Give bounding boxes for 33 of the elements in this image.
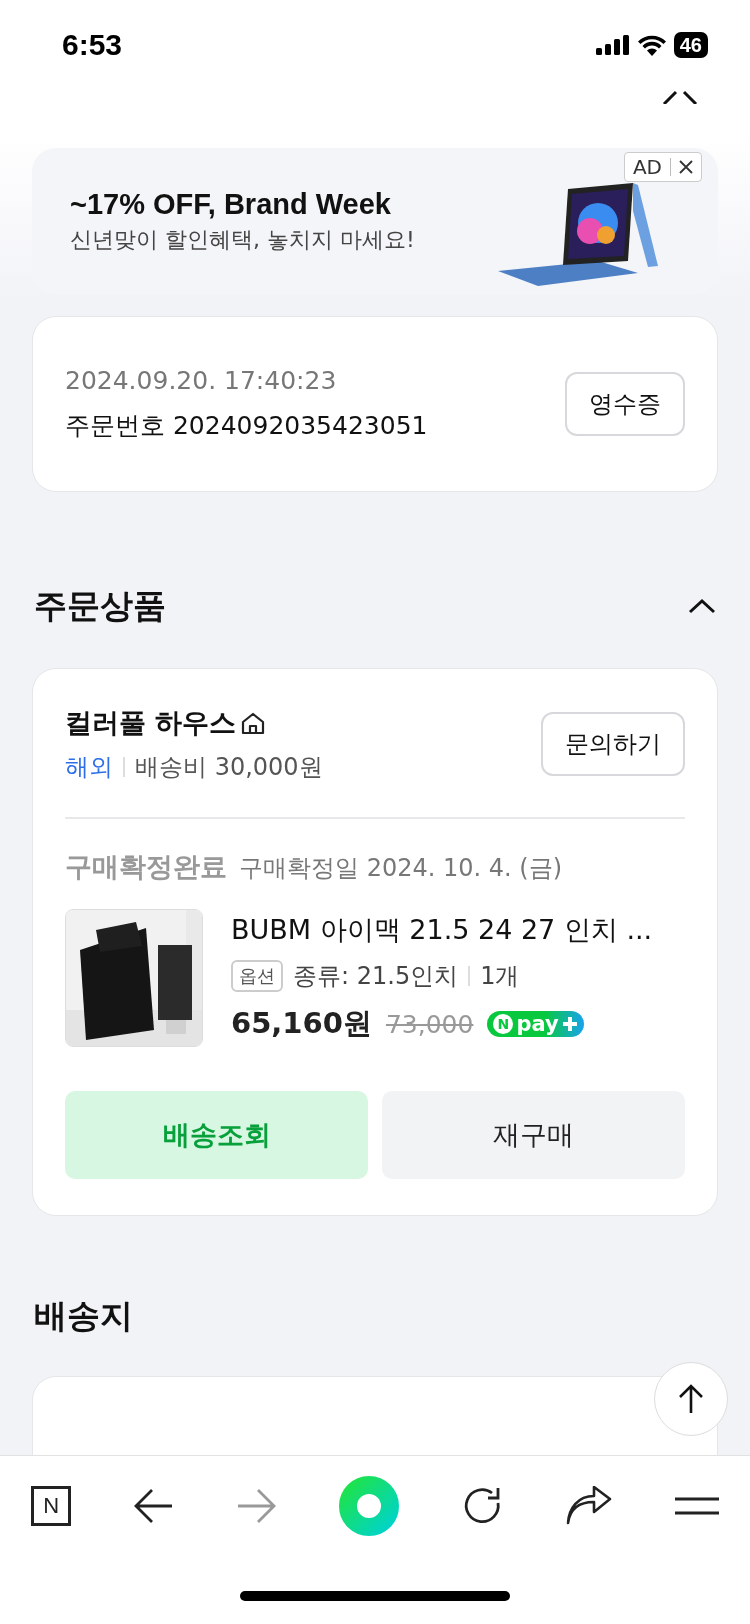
share-icon[interactable] <box>566 1485 613 1526</box>
ad-subtitle: 신년맞이 할인혜택, 놓치지 마세요! <box>70 225 415 254</box>
option-tag: 옵션 <box>231 960 283 992</box>
quantity: 1개 <box>480 961 520 992</box>
product-name[interactable]: BUBM 아이맥 21.5 24 27 인치 ... <box>231 912 653 948</box>
store-name: 컬러풀 하우스 <box>65 706 237 740</box>
battery-indicator: 46 <box>673 32 708 58</box>
order-number: 주문번호 2024092035423051 <box>65 410 428 442</box>
option-text: 종류: 21.5인치 <box>293 961 459 992</box>
signal-icon <box>595 35 630 55</box>
back-icon[interactable] <box>133 1487 174 1524</box>
confirm-date: 구매확정일 2024. 10. 4. (금) <box>239 853 562 884</box>
menu-icon[interactable] <box>674 1496 719 1515</box>
reorder-button[interactable]: 재구매 <box>382 1091 685 1179</box>
receipt-button[interactable]: 영수증 <box>565 372 685 436</box>
section-title: 주문상품 <box>34 584 166 627</box>
house-icon <box>240 711 267 735</box>
purchase-status: 구매확정완료 <box>65 850 227 884</box>
chevron-up-icon[interactable] <box>688 598 716 614</box>
home-button[interactable]: N <box>31 1485 72 1526</box>
status-time: 6:53 <box>62 28 123 62</box>
order-datetime: 2024.09.20. 17:40:23 <box>65 366 338 395</box>
inquiry-button[interactable]: 문의하기 <box>541 712 685 776</box>
wifi-icon <box>637 34 666 56</box>
arrow-up-icon <box>678 1384 704 1414</box>
price: 65,160원 <box>231 1005 372 1042</box>
ad-badge[interactable]: AD <box>623 152 702 182</box>
shipping-fee: 배송비 30,000원 <box>135 752 323 783</box>
region-label: 해외 <box>65 752 113 783</box>
original-price: 73,000 <box>385 1009 474 1039</box>
ad-title: ~17% OFF, Brand Week <box>70 187 392 221</box>
npay-badge: N pay <box>487 1011 584 1037</box>
section-title: 배송지 <box>34 1294 133 1337</box>
